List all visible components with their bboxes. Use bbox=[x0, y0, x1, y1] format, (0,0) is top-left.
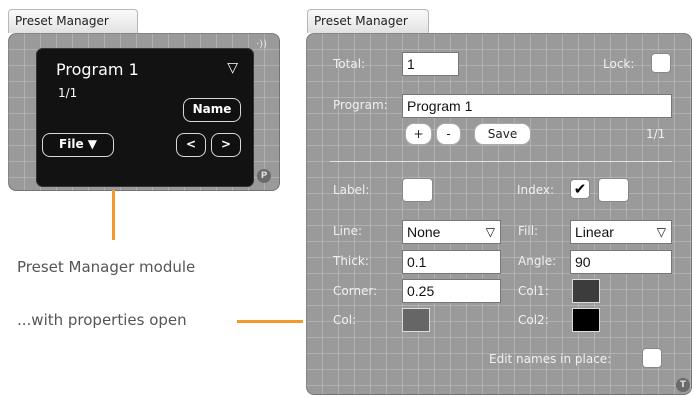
file-button[interactable]: File ▼ bbox=[42, 133, 114, 157]
program-menu-arrow-icon[interactable]: ▽ bbox=[227, 60, 238, 76]
module-pointer-line bbox=[112, 190, 115, 240]
next-button[interactable]: > bbox=[211, 133, 241, 157]
lock-checkbox[interactable] bbox=[651, 53, 671, 73]
col-label: Col: bbox=[333, 313, 357, 327]
right-panel-tab[interactable]: Preset Manager bbox=[307, 9, 429, 33]
save-button[interactable]: Save bbox=[474, 123, 531, 145]
line-select[interactable]: None ▽ bbox=[402, 220, 501, 244]
total-field[interactable]: 1 bbox=[402, 52, 459, 76]
angle-field[interactable]: 90 bbox=[570, 250, 672, 274]
line-select-value: None bbox=[407, 224, 441, 240]
checkmark-icon: ✔ bbox=[573, 180, 587, 198]
program-field[interactable]: Program 1 bbox=[402, 94, 672, 118]
col2-swatch[interactable] bbox=[572, 308, 600, 332]
lock-label: Lock: bbox=[603, 57, 635, 71]
p-badge-icon: P bbox=[257, 169, 271, 183]
program-counter: 1/1 bbox=[58, 86, 78, 100]
index-checkbox[interactable]: ✔ bbox=[570, 179, 590, 199]
left-panel-tab[interactable]: Preset Manager bbox=[8, 9, 138, 33]
section-divider bbox=[330, 161, 672, 162]
module-screen: Program 1 ▽ 1/1 Name File ▼ < > bbox=[36, 48, 254, 187]
edit-names-checkbox[interactable] bbox=[642, 348, 662, 368]
program-label: Program: bbox=[333, 98, 388, 112]
index-toggle[interactable] bbox=[598, 178, 629, 202]
properties-caption: ...with properties open bbox=[17, 311, 187, 329]
right-panel-tab-title: Preset Manager bbox=[314, 14, 408, 28]
thick-field[interactable]: 0.1 bbox=[402, 250, 501, 274]
fill-label: Fill: bbox=[518, 224, 539, 238]
name-button[interactable]: Name bbox=[183, 98, 241, 122]
previous-button[interactable]: < bbox=[176, 133, 206, 157]
angle-label: Angle: bbox=[518, 254, 557, 268]
line-label: Line: bbox=[333, 224, 363, 238]
index-label: Index: bbox=[517, 183, 555, 197]
remove-program-button[interactable]: - bbox=[436, 123, 461, 145]
properties-pointer-line bbox=[237, 320, 303, 323]
fill-select-arrow-icon: ▽ bbox=[656, 225, 666, 239]
col-swatch[interactable] bbox=[402, 308, 430, 332]
add-program-button[interactable]: + bbox=[405, 123, 432, 145]
preset-manager-properties-panel bbox=[306, 33, 692, 395]
program-counter-readout: 1/1 bbox=[646, 127, 666, 141]
col2-label: Col2: bbox=[518, 313, 549, 327]
label-checkbox[interactable] bbox=[402, 178, 433, 202]
edit-names-label: Edit names in place: bbox=[489, 352, 612, 366]
col1-swatch[interactable] bbox=[572, 279, 600, 303]
col1-label: Col1: bbox=[518, 284, 549, 298]
line-select-arrow-icon: ▽ bbox=[485, 225, 495, 239]
thick-label: Thick: bbox=[333, 254, 369, 268]
fill-select-value: Linear bbox=[575, 224, 614, 240]
module-caption: Preset Manager module bbox=[17, 258, 196, 276]
left-panel-tab-title: Preset Manager bbox=[15, 14, 109, 28]
label-label: Label: bbox=[333, 183, 370, 197]
t-badge-icon: T bbox=[676, 378, 690, 392]
preset-manager-module[interactable]: ·)) Program 1 ▽ 1/1 Name File ▼ < > P bbox=[8, 33, 280, 191]
total-label: Total: bbox=[333, 57, 366, 71]
corner-label: Corner: bbox=[333, 284, 378, 298]
program-name: Program 1 bbox=[56, 60, 139, 79]
fill-select[interactable]: Linear ▽ bbox=[570, 220, 672, 244]
corner-field[interactable]: 0.25 bbox=[402, 279, 501, 303]
connection-wave-icon: ·)) bbox=[256, 39, 267, 50]
